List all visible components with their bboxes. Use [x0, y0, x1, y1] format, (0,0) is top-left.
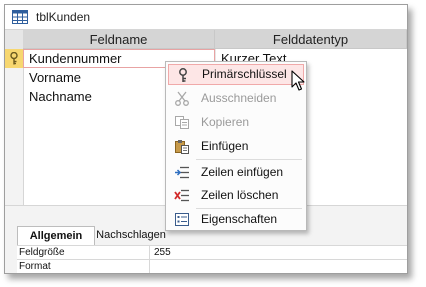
- copy-icon: [175, 116, 189, 129]
- property-row[interactable]: Feldgröße 255: [17, 245, 407, 260]
- row-selector[interactable]: [5, 87, 23, 106]
- menu-item-label: Kopieren: [201, 115, 250, 129]
- insert-rows-icon: [175, 166, 189, 179]
- tab-allgemein[interactable]: Allgemein: [17, 226, 95, 245]
- column-header-datatype[interactable]: Felddatentyp: [215, 30, 407, 49]
- scissors-icon: [175, 91, 189, 106]
- column-header-fieldname[interactable]: Feldname: [23, 30, 215, 49]
- property-label: Format: [19, 261, 51, 272]
- menu-item-primary-key[interactable]: Primärschlüssel: [168, 64, 304, 85]
- properties-icon: [175, 213, 189, 226]
- property-row[interactable]: Format: [17, 259, 407, 273]
- menu-item-paste[interactable]: Einfügen: [168, 136, 304, 157]
- context-menu: Primärschlüssel Ausschneiden Kopieren Ei…: [165, 61, 307, 231]
- property-value[interactable]: 255: [149, 246, 171, 260]
- mouse-pointer-icon: [291, 70, 305, 91]
- key-icon: [10, 52, 18, 65]
- menu-item-properties[interactable]: Eigenschaften: [168, 209, 304, 230]
- menu-item-label: Zeilen einfügen: [201, 165, 284, 179]
- menu-item-label: Ausschneiden: [201, 91, 277, 105]
- property-label: Feldgröße: [19, 247, 65, 258]
- delete-rows-icon: [174, 189, 189, 202]
- menu-item-insert-rows[interactable]: Zeilen einfügen: [168, 162, 304, 183]
- menu-item-label: Zeilen löschen: [201, 188, 279, 202]
- menu-item-label: Eigenschaften: [201, 212, 278, 226]
- window-title: tblKunden: [36, 10, 91, 24]
- menu-item-copy[interactable]: Kopieren: [168, 112, 304, 133]
- menu-item-cut[interactable]: Ausschneiden: [168, 88, 304, 109]
- tab-nachschlagen[interactable]: Nachschlagen: [95, 226, 167, 245]
- menu-separator: [196, 159, 302, 160]
- menu-item-label: Primärschlüssel: [202, 67, 287, 81]
- menu-item-delete-rows[interactable]: Zeilen löschen: [168, 185, 304, 206]
- document-tab[interactable]: tblKunden: [5, 5, 407, 30]
- row-selector[interactable]: [5, 68, 23, 87]
- grid-corner: [5, 30, 24, 50]
- paste-icon: [175, 140, 189, 154]
- menu-item-label: Einfügen: [201, 139, 249, 153]
- row-selector[interactable]: [5, 49, 23, 68]
- table-icon: [12, 10, 28, 24]
- key-icon: [179, 68, 187, 82]
- property-value[interactable]: [149, 260, 154, 273]
